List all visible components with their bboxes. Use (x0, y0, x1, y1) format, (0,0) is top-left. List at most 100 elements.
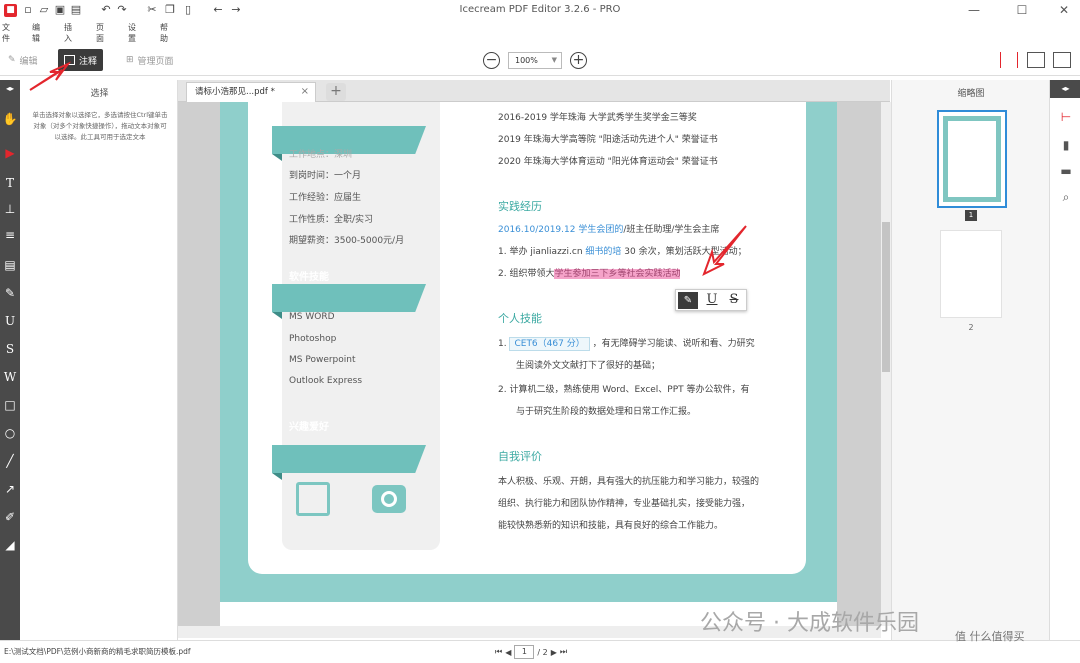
strikethrough-tool-icon[interactable]: S (0, 340, 20, 358)
fit-width-icon[interactable] (1000, 52, 1018, 68)
menu-page[interactable]: 页面 (96, 22, 104, 44)
menu-help[interactable]: 帮助 (160, 22, 168, 44)
annotate-box-icon (64, 55, 75, 65)
resume-sidebar: 工作地点：深圳 到岗时间：一个月 工作经验：应届生 工作性质：全职/实习 期望薪… (272, 102, 440, 550)
strikethrough-button[interactable]: S (724, 291, 744, 309)
zoom-in-button[interactable]: + (570, 52, 587, 69)
highlight-pen-button[interactable]: ✎ (678, 292, 698, 309)
page-number-input[interactable]: 1 (514, 645, 535, 659)
section-title-hobbies: 兴趣爱好 (289, 422, 329, 433)
resume-card: 工作地点：深圳 到岗时间：一个月 工作经验：应届生 工作性质：全职/实习 期望薪… (248, 102, 806, 574)
fit-icon[interactable]: ⊢ (1058, 110, 1074, 126)
highlight-tool-icon[interactable]: ✎ (0, 284, 20, 302)
fullscreen-icon[interactable] (1053, 52, 1071, 68)
skill-item: Photoshop (289, 334, 337, 344)
rectangle-tool-icon[interactable]: □ (0, 396, 20, 414)
sidebar-line: 工作地点：深圳 (289, 150, 353, 160)
underline-tool-icon[interactable]: U (0, 312, 20, 330)
right-panel-strip: ◂▸ ⊢ ▮ ▬ ⌕ (1049, 80, 1080, 640)
self-line: 能较快熟悉新的知识和技能，具有良好的综合工作能力。 (498, 521, 724, 531)
squiggly-tool-icon[interactable]: W (0, 368, 20, 386)
zoom-select[interactable]: 100% ▼ (508, 52, 562, 69)
thumbnail-number: 2 (968, 323, 974, 332)
file-path: E:\测试文档\PDF\范例小商新商的精毛求职简历模板.pdf (4, 647, 191, 656)
practice-item: 1. 举办 jianliazzi.cn 细书的培 30 余次，策划活跃大型活动； (498, 247, 747, 257)
last-page-icon[interactable]: ⏭ (560, 647, 567, 657)
bookmark-icon[interactable]: ▮ (1058, 138, 1074, 154)
ribbon-tail (272, 473, 282, 480)
practice-line: 2016.10/2019.12 学生会团的/班主任助理/学生会主席 (498, 225, 720, 235)
arrow-tool-icon[interactable]: ↗ (0, 480, 20, 498)
manage-pages-button[interactable]: ⊞ 管理页面 (120, 49, 180, 71)
status-bar: E:\测试文档\PDF\范例小商新商的精毛求职简历模板.pdf ⏮ ◀ 1 / … (0, 640, 1080, 663)
collapse-panel-icon[interactable]: ◂▸ (0, 80, 20, 98)
select-cursor-icon[interactable]: ▶ (0, 144, 20, 162)
window-title: Icecream PDF Editor 3.2.6 - PRO (459, 4, 621, 15)
thumbnail-page-2[interactable] (940, 230, 1002, 318)
document-viewport[interactable]: 工作地点：深圳 到岗时间：一个月 工作经验：应届生 工作性质：全职/实习 期望薪… (178, 102, 881, 626)
collapse-right-panel-icon[interactable]: ◂▸ (1050, 80, 1080, 98)
eraser-tool-icon[interactable]: ◢ (0, 536, 20, 554)
first-page-icon[interactable]: ⏮ (495, 647, 502, 657)
scrollbar-thumb[interactable] (882, 222, 890, 372)
prev-page-icon[interactable]: ◀ (505, 648, 511, 657)
pages-grid-icon: ⊞ (126, 55, 134, 65)
two-page-view-icon[interactable] (1027, 52, 1045, 68)
section-title-self: 自我评价 (498, 450, 542, 463)
ellipse-tool-icon[interactable]: ○ (0, 424, 20, 442)
vertical-scrollbar[interactable] (881, 102, 891, 626)
chevron-down-icon: ▼ (551, 56, 557, 64)
thumbnail-page-1[interactable] (937, 110, 1007, 208)
skill-item: MS WORD (289, 312, 335, 322)
tab-document[interactable]: 请标小浩那见...pdf * × (186, 82, 316, 102)
menu-file[interactable]: 文件 (2, 22, 10, 44)
underline-button[interactable]: U (702, 291, 722, 309)
close-tab-icon[interactable]: × (301, 83, 309, 101)
hand-tool-icon[interactable]: ✋ (0, 110, 20, 128)
sidebar-line: 期望薪资：3500-5000元/月 (289, 236, 405, 246)
award-line: 2016-2019 学年珠海 大学武秀学生奖学金三等奖 (498, 113, 697, 123)
pencil-icon: ✎ (8, 55, 16, 65)
tool-help-panel: 选择 单击选择对象以选择它，多选请按住Ctrl键单击对象（对多个对象快捷操作），… (21, 80, 178, 640)
section-title-skills: 软件技能 (289, 272, 329, 283)
pencil-draw-icon[interactable]: ✐ (0, 508, 20, 526)
skill-line: 与于研究生阶段的数据处理和日常工作汇报。 (516, 407, 697, 417)
pdf-page[interactable]: 工作地点：深圳 到岗时间：一个月 工作经验：应届生 工作性质：全职/实习 期望薪… (220, 102, 837, 626)
document-tab-bar: 请标小浩那见...pdf * × + (178, 80, 890, 102)
practice-item[interactable]: 2. 组织带领大学生参加三下乡等社会实践活动 (498, 266, 681, 279)
skill-item: MS Powerpoint (289, 355, 356, 365)
film-hobby-icon (296, 482, 330, 516)
next-page-icon[interactable]: ▶ (551, 648, 557, 657)
sticky-note-icon[interactable]: ≡ (0, 226, 20, 244)
corner-watermark: 值 什么值得买 (955, 630, 1025, 643)
highlighted-text[interactable]: 学生参加三下乡等社会实践活动 (554, 269, 681, 279)
text-tool-icon[interactable]: T (0, 174, 20, 192)
menu-settings[interactable]: 设置 (128, 22, 136, 44)
cet6-badge: CET6（467 分） (509, 337, 590, 351)
close-button[interactable]: ✕ (1052, 2, 1076, 18)
comment-icon[interactable]: ▬ (1058, 164, 1074, 180)
thumbnail-panel: 缩略图 1 2 (891, 80, 1049, 640)
title-bar: ■ ▫ ▱ ▣ ▤ ↶ ↷ ✂ ❐ ▯ ← → Icecream PDF Edi… (0, 0, 1080, 43)
sidebar-line: 到岗时间：一个月 (289, 171, 362, 181)
skill-item: Outlook Express (289, 376, 363, 386)
text-markup-popup: ✎ U S (675, 289, 747, 311)
textbox-tool-icon[interactable]: ▤ (0, 256, 20, 274)
section-title-personal: 个人技能 (498, 312, 542, 325)
menu-edit[interactable]: 编辑 (32, 22, 40, 44)
watermark-text: 公众号 · 大成软件乐园 (700, 611, 919, 636)
minimize-button[interactable]: — (962, 2, 986, 18)
maximize-button[interactable]: ☐ (1010, 2, 1034, 18)
skill-line: 生阅读外文文献打下了很好的基础； (516, 361, 661, 371)
search-icon[interactable]: ⌕ (1058, 190, 1074, 206)
new-tab-button[interactable]: + (326, 83, 346, 101)
menu-insert[interactable]: 插入 (64, 22, 72, 44)
zoom-out-button[interactable]: − (483, 52, 500, 69)
annotation-tools-strip: ◂▸ ✋ ▶ T ⊥ ≡ ▤ ✎ U S W □ ○ ╱ ↗ ✐ ◢ (0, 80, 20, 640)
skill-line: 1. CET6（467 分） ，有无障碍学习能读、说听和看、力研究 (498, 337, 755, 351)
annotate-mode-button[interactable]: 注释 (58, 49, 104, 71)
stamp-tool-icon[interactable]: ⊥ (0, 200, 20, 218)
line-tool-icon[interactable]: ╱ (0, 452, 20, 470)
edit-mode-button[interactable]: ✎ 编辑 (2, 49, 44, 71)
sidebar-line: 工作经验：应届生 (289, 193, 362, 203)
